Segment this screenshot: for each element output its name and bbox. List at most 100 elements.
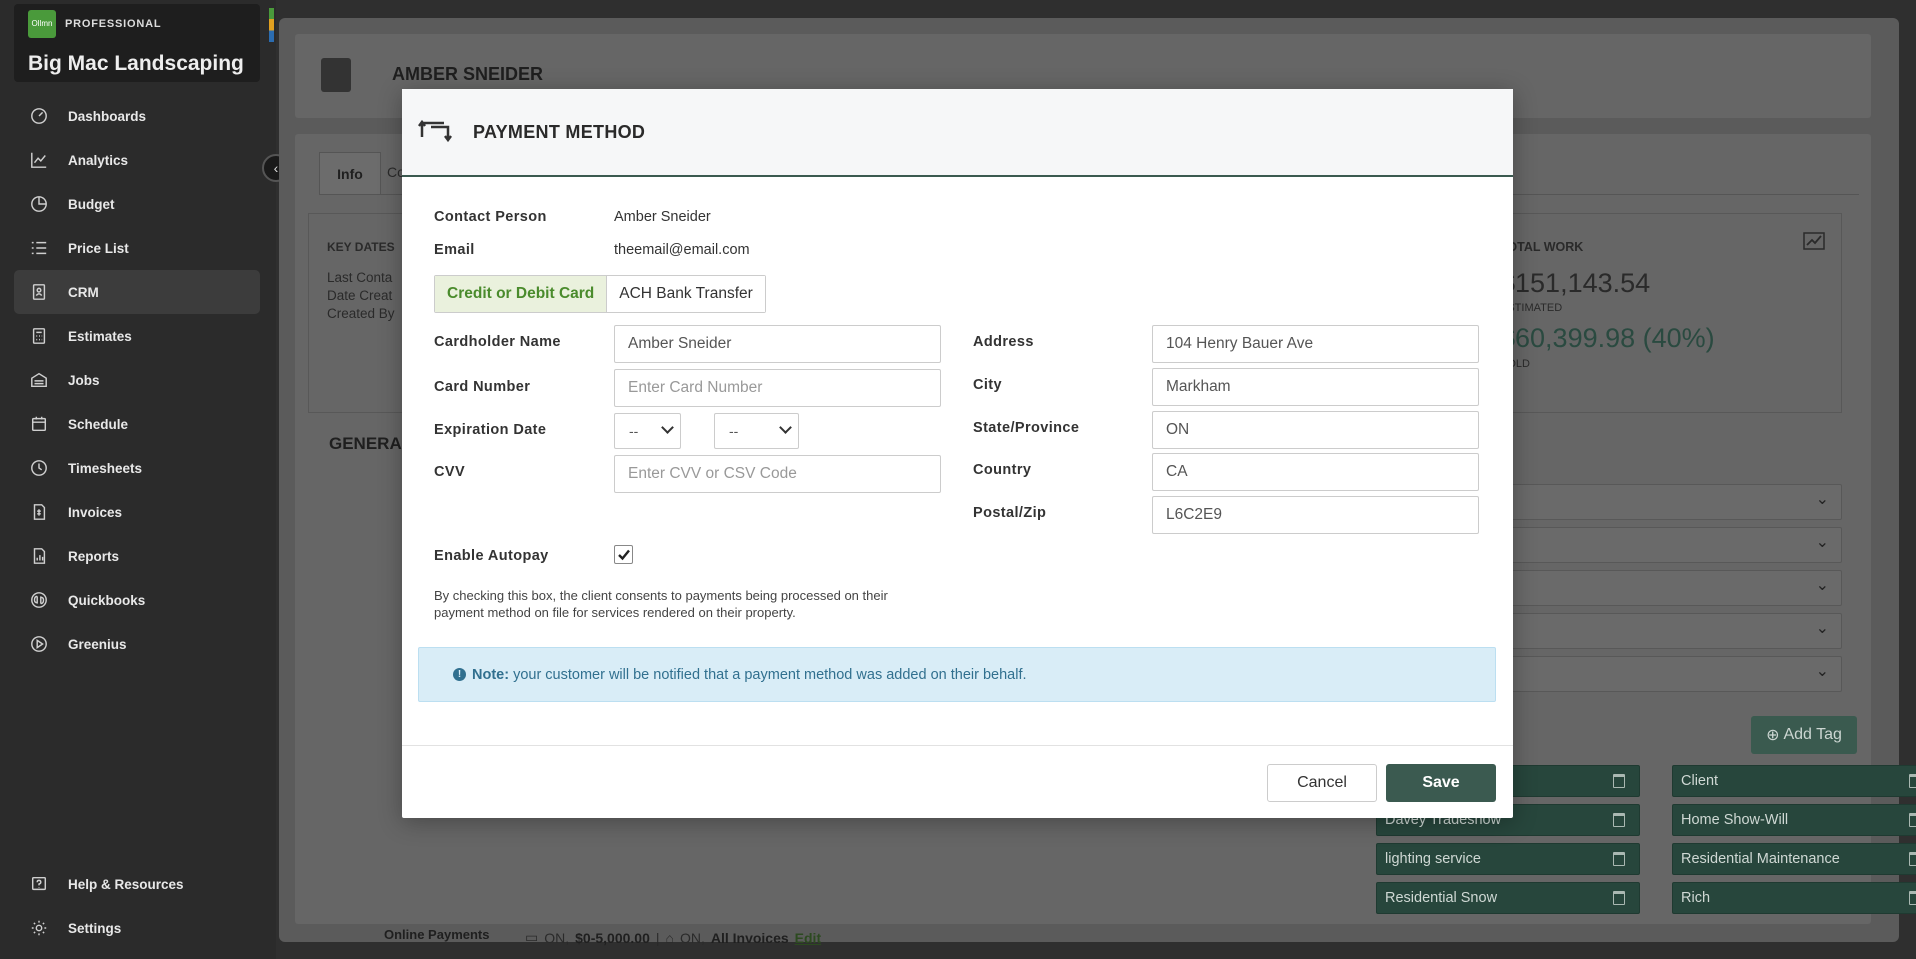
trash-icon[interactable] xyxy=(1613,852,1625,866)
sidebar-item-timesheets[interactable]: Timesheets xyxy=(14,446,260,490)
tag-item[interactable]: Home Show-Will xyxy=(1672,804,1916,836)
sidebar-nav: Dashboards Analytics Budget Price List C… xyxy=(14,94,260,666)
modal-footer-divider xyxy=(402,745,1513,746)
brand-block[interactable]: Ollmn PROFESSIONAL Big Mac Landscaping xyxy=(14,4,274,82)
gear-icon xyxy=(28,917,50,939)
info-icon: ! xyxy=(453,668,466,681)
trash-icon[interactable] xyxy=(1909,852,1916,866)
card-number-input[interactable] xyxy=(614,369,941,407)
online-payments-label: Online Payments xyxy=(384,927,490,942)
state-province-label: State/Province xyxy=(973,420,1080,436)
trash-icon[interactable] xyxy=(1613,774,1625,788)
sidebar-item-analytics[interactable]: Analytics xyxy=(14,138,260,182)
calculator-icon xyxy=(28,325,50,347)
cardholder-name-input[interactable] xyxy=(614,325,941,363)
general-input[interactable] xyxy=(1487,656,1842,692)
plus-circle-icon: ⊕ xyxy=(1766,727,1780,744)
sidebar-item-greenius[interactable]: Greenius xyxy=(14,622,260,666)
tab-info[interactable]: Info xyxy=(319,152,381,194)
chevron-left-icon: ‹ xyxy=(273,160,279,176)
help-icon xyxy=(28,873,50,895)
gauge-icon xyxy=(28,105,50,127)
add-tag-button[interactable]: ⊕ Add Tag xyxy=(1751,716,1857,754)
sidebar-item-invoices[interactable]: Invoices xyxy=(14,490,260,534)
sidebar-item-reports[interactable]: Reports xyxy=(14,534,260,578)
contact-person-value: Amber Sneider xyxy=(614,209,711,225)
trend-chart-icon[interactable] xyxy=(1803,232,1825,250)
brand-tier: PROFESSIONAL xyxy=(65,18,162,30)
sidebar-bottom-nav: Help & Resources Settings xyxy=(14,862,260,950)
sidebar-item-estimates[interactable]: Estimates xyxy=(14,314,260,358)
tag-label: lighting service xyxy=(1385,851,1481,867)
cvv-input[interactable] xyxy=(614,455,941,493)
sidebar-item-price-list[interactable]: Price List xyxy=(14,226,260,270)
online-payments-edit-link[interactable]: Edit xyxy=(795,930,821,946)
tag-item[interactable]: lighting service xyxy=(1376,843,1640,875)
brand-stripe xyxy=(269,8,274,42)
expiration-date-label: Expiration Date xyxy=(434,422,547,438)
tag-item[interactable]: Client xyxy=(1672,765,1916,797)
trash-icon[interactable] xyxy=(1909,891,1916,905)
page-title: AMBER SNEIDER xyxy=(392,64,544,84)
key-dates-line: Last Conta xyxy=(327,270,393,285)
pie-chart-icon xyxy=(28,193,50,215)
list-icon xyxy=(28,237,50,259)
address-label: Address xyxy=(973,334,1034,350)
expiration-month-select[interactable]: -- xyxy=(614,413,681,449)
sidebar-item-settings[interactable]: Settings xyxy=(14,906,260,950)
bank-icon: ⌂ xyxy=(665,929,674,946)
trash-icon[interactable] xyxy=(1613,891,1625,905)
sidebar-item-label: Quickbooks xyxy=(68,592,146,608)
tab-credit-card[interactable]: Credit or Debit Card xyxy=(435,276,608,312)
invoice-icon xyxy=(28,501,50,523)
tag-item[interactable]: Rich xyxy=(1672,882,1916,914)
sidebar-item-label: Analytics xyxy=(68,152,129,168)
sidebar-item-dashboards[interactable]: Dashboards xyxy=(14,94,260,138)
general-select[interactable] xyxy=(1487,613,1842,649)
city-label: City xyxy=(973,377,1002,393)
state-province-input[interactable] xyxy=(1152,411,1479,449)
tab-ach-bank-transfer[interactable]: ACH Bank Transfer xyxy=(607,276,765,312)
country-label: Country xyxy=(973,462,1032,478)
sidebar-item-quickbooks[interactable]: Quickbooks xyxy=(14,578,260,622)
expiration-year-select[interactable]: -- xyxy=(714,413,799,449)
sidebar-item-schedule[interactable]: Schedule xyxy=(14,402,260,446)
modal-header: PAYMENT METHOD xyxy=(402,89,1513,177)
tag-item[interactable]: Residential Snow xyxy=(1376,882,1640,914)
city-input[interactable] xyxy=(1152,368,1479,406)
sidebar-item-label: Estimates xyxy=(68,328,132,344)
sidebar-item-label: Budget xyxy=(68,196,115,212)
sidebar-item-label: CRM xyxy=(68,284,99,300)
save-button[interactable]: Save xyxy=(1386,764,1496,802)
country-input[interactable] xyxy=(1152,453,1479,491)
sidebar-item-help[interactable]: Help & Resources xyxy=(14,862,260,906)
general-select[interactable] xyxy=(1487,484,1842,520)
general-select[interactable] xyxy=(1487,527,1842,563)
sidebar-item-label: Price List xyxy=(68,240,129,256)
sidebar-item-label: Reports xyxy=(68,548,120,564)
line-chart-icon xyxy=(28,149,50,171)
notification-note: ! Note: your customer will be notified t… xyxy=(418,647,1496,702)
tag-item[interactable]: Residential Maintenance xyxy=(1672,843,1916,875)
tag-label: Rich xyxy=(1681,890,1711,906)
address-input[interactable] xyxy=(1152,325,1479,363)
trash-icon[interactable] xyxy=(1909,813,1916,827)
contact-card-icon xyxy=(321,58,351,92)
sidebar-item-label: Settings xyxy=(68,920,122,936)
trash-icon[interactable] xyxy=(1909,774,1916,788)
modal-title: PAYMENT METHOD xyxy=(473,122,646,142)
sidebar-item-jobs[interactable]: Jobs xyxy=(14,358,260,402)
sidebar-item-label: Timesheets xyxy=(68,460,143,476)
sidebar-item-budget[interactable]: Budget xyxy=(14,182,260,226)
play-circle-icon xyxy=(28,633,50,655)
credit-card-icon: ▭ xyxy=(525,929,539,945)
sidebar-item-crm[interactable]: CRM xyxy=(14,270,260,314)
sidebar-item-label: Invoices xyxy=(68,504,123,520)
postal-zip-input[interactable] xyxy=(1152,496,1479,534)
cancel-button[interactable]: Cancel xyxy=(1267,764,1377,802)
general-select[interactable] xyxy=(1487,570,1842,606)
online-payments-value: ▭ ON, $0-5,000.00 | ⌂ ON, All Invoices E… xyxy=(525,929,821,946)
key-dates-heading: KEY DATES xyxy=(327,240,395,254)
enable-autopay-checkbox[interactable] xyxy=(614,545,633,564)
trash-icon[interactable] xyxy=(1613,813,1625,827)
